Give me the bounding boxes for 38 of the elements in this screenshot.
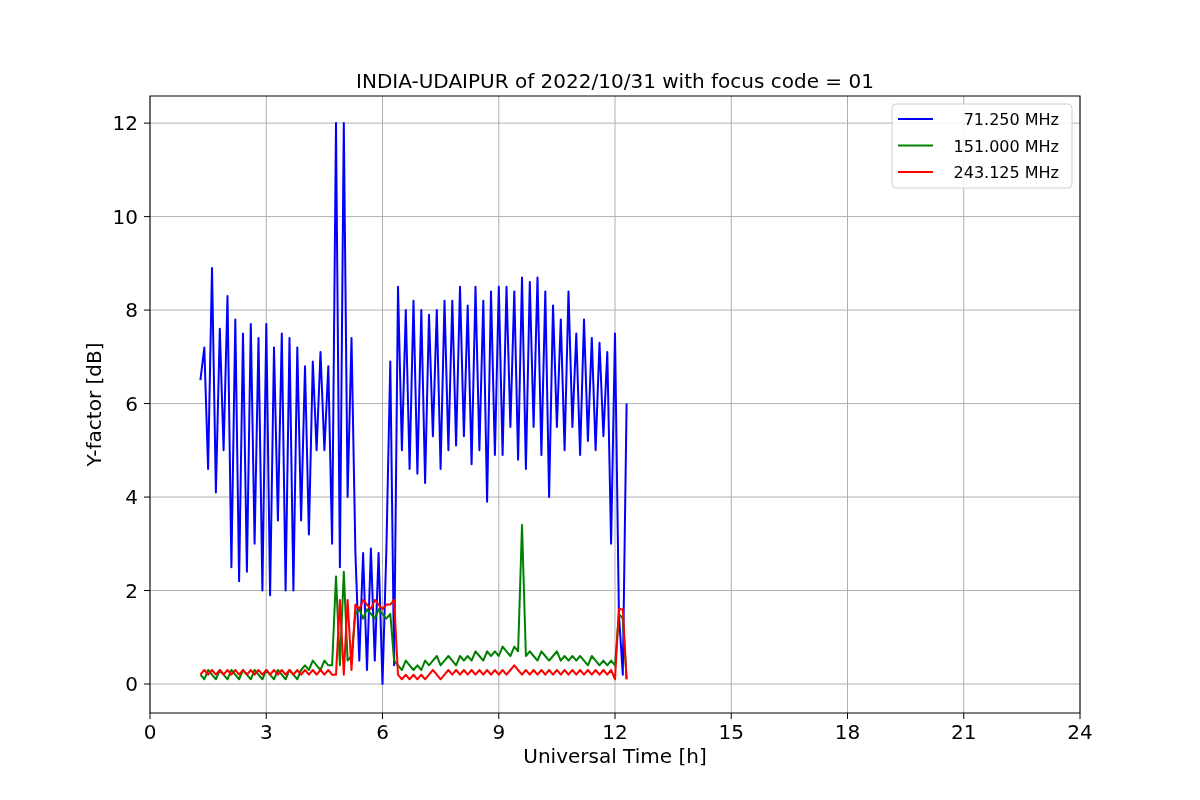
legend-label: 71.250 MHz [963, 110, 1059, 129]
tick-mark [143, 216, 151, 218]
tick-mark [498, 712, 500, 720]
y-tick-label: 2 [125, 578, 138, 603]
y-tick-label: 8 [125, 298, 138, 323]
tick-mark [963, 712, 965, 720]
tick-mark [143, 122, 151, 124]
x-tick-label: 15 [718, 720, 744, 744]
tick-mark [143, 309, 151, 311]
y-tick-label: 10 [112, 204, 138, 229]
tick-mark [730, 712, 732, 720]
y-tick-label: 0 [125, 672, 138, 696]
tick-mark [149, 712, 151, 720]
tick-mark [382, 712, 383, 720]
x-tick-label: 0 [143, 720, 157, 744]
tick-mark [143, 683, 151, 685]
tick-mark [1079, 712, 1081, 720]
tick-mark [265, 712, 267, 720]
x-tick-label: 3 [259, 720, 273, 744]
tick-mark [143, 590, 151, 592]
x-tick-label: 6 [376, 720, 389, 744]
legend-label: 151.000 MHz [953, 136, 1059, 156]
tick-mark [143, 496, 151, 498]
tick-mark [614, 712, 616, 720]
x-tick-label: 21 [951, 720, 977, 744]
y-tick-label: 4 [125, 485, 138, 510]
tick-mark [143, 403, 151, 405]
x-tick-label: 24 [1067, 720, 1093, 744]
y-axis-label: Y-factor [dB] [82, 342, 106, 467]
x-tick-label: 9 [492, 720, 506, 744]
tick-mark [847, 712, 848, 720]
y-tick-label: 12 [112, 111, 138, 136]
x-axis-label: Universal Time [h] [523, 744, 707, 768]
x-tick-label: 18 [834, 720, 861, 744]
x-tick-label: 12 [602, 720, 628, 744]
y-tick-label: 6 [125, 391, 138, 416]
legend-label: 243.125 MHz [953, 163, 1059, 182]
chart-title: INDIA-UDAIPUR of 2022/10/31 with focus code = 01 [356, 69, 874, 93]
